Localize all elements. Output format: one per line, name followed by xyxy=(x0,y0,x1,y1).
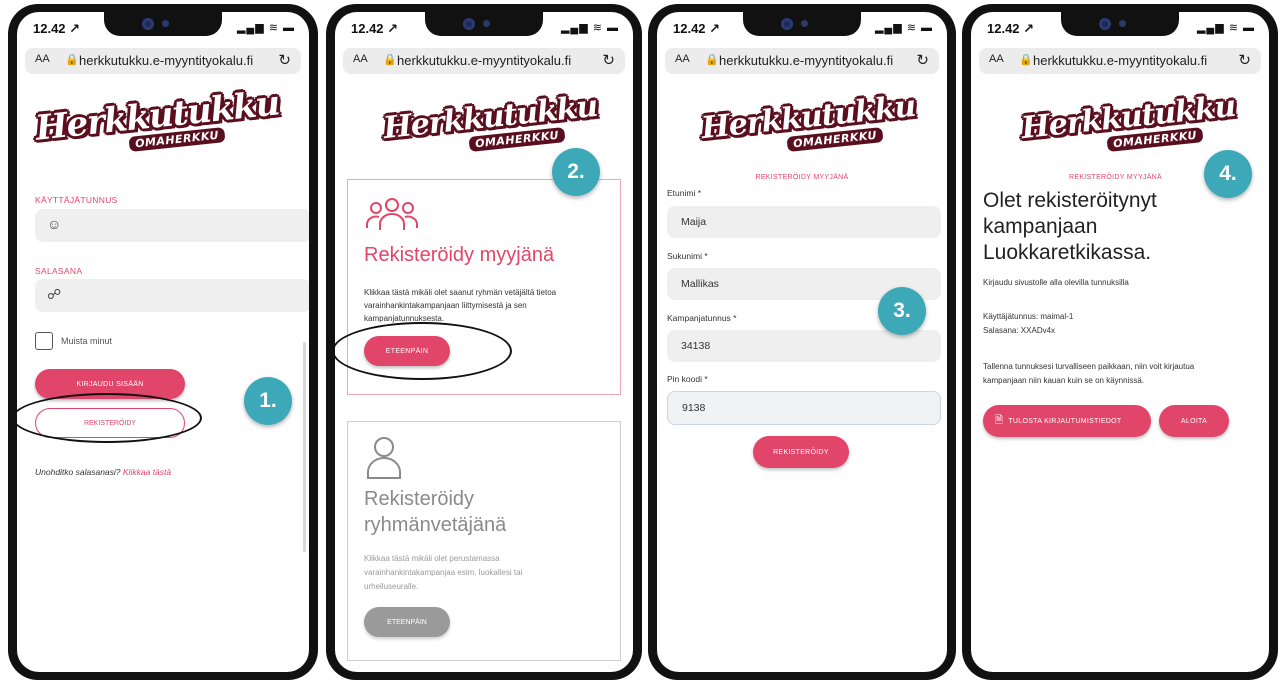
user-icon: ☺ xyxy=(47,216,62,232)
url-text[interactable]: herkkutukku.e-myyntityokalu.fi xyxy=(79,53,253,68)
form-header: REKISTERÖIDY MYYJÄNÄ xyxy=(755,174,849,181)
person-icon xyxy=(366,436,402,485)
step-badge-1: 1. xyxy=(244,377,292,425)
register-submit-button[interactable]: REKISTERÖIDY xyxy=(753,436,849,468)
forgot-password-link[interactable]: Klikkaa tästä xyxy=(123,467,171,477)
forgot-password-text: Unohditko salasanasi? Klikkaa tästä xyxy=(35,467,171,477)
status-time: 12.42 ↗ xyxy=(351,21,399,36)
seller-continue-button[interactable]: ETEENPÄIN xyxy=(364,336,450,366)
forgot-prefix: Unohditko salasanasi? xyxy=(35,467,123,477)
page-header: REKISTERÖIDY MYYJÄNÄ xyxy=(1069,174,1163,181)
leader-title: Rekisteröidy ryhmänvetäjänä xyxy=(364,488,507,536)
lock-icon: 🔒 xyxy=(705,54,719,66)
password-info: Salasana: XXADv4x xyxy=(983,326,1056,335)
phone-notch xyxy=(1061,12,1179,36)
remember-label: Muista minut xyxy=(61,336,113,346)
document-icon: 🗎 xyxy=(995,414,1004,426)
phone-screen-2: 12.42 ↗ ▂▄▆ ≋ ▬ AA 🔒 herkkutukku.e-myynt… xyxy=(326,4,642,680)
group-icon xyxy=(366,196,418,237)
username-info: Käyttäjätunnus: maimal-1 xyxy=(983,312,1074,321)
reload-icon[interactable]: ↻ xyxy=(1238,51,1251,69)
leader-text: Klikkaa tästä mikäli olet perustamassa v… xyxy=(364,554,523,591)
lock-icon: 🔒 xyxy=(1019,54,1033,66)
lastname-value: Mallikas xyxy=(681,278,719,290)
firstname-label: Etunimi * xyxy=(667,188,702,198)
save-note: Tallenna tunnuksesi turvalliseen paikkaa… xyxy=(983,362,1195,385)
phone-notch xyxy=(425,12,543,36)
login-button[interactable]: KIRJAUDU SISÄÄN xyxy=(35,369,185,399)
phone-screen-1: 12.42 ↗ ▂▄▆ ≋ ▬ AA 🔒 herkkutukku.e-myynt… xyxy=(8,4,318,680)
campaign-label: Kampanjatunnus * xyxy=(667,313,737,323)
text-size-button[interactable]: AA xyxy=(353,53,368,65)
reload-icon[interactable]: ↻ xyxy=(916,51,929,69)
register-button[interactable]: REKISTERÖIDY xyxy=(35,408,185,438)
status-icons: ▂▄▆ ≋ ▬ xyxy=(236,22,295,34)
success-subtitle: Kirjaudu sivustolle alla olevilla tunnuk… xyxy=(983,278,1129,287)
start-button[interactable]: ALOITA xyxy=(1159,405,1229,437)
print-button-label: TULOSTA KIRJAUTUMISTIEDOT xyxy=(1008,417,1122,425)
browser-url-bar[interactable]: AA 🔒 herkkutukku.e-myyntityokalu.fi ↻ xyxy=(665,48,939,74)
phone-screen-3: 12.42 ↗ ▂▄▆ ≋ ▬ AA 🔒 herkkutukku.e-myynt… xyxy=(648,4,956,680)
lock-icon: 🔒 xyxy=(65,54,79,66)
password-input[interactable]: ☍ xyxy=(35,279,309,312)
phone-screen-4: 12.42 ↗ ▂▄▆ ≋ ▬ AA 🔒 herkkutukku.e-myynt… xyxy=(962,4,1278,680)
status-time: 12.42 ↗ xyxy=(987,21,1035,36)
url-text[interactable]: herkkutukku.e-myyntityokalu.fi xyxy=(397,53,571,68)
url-text[interactable]: herkkutukku.e-myyntityokalu.fi xyxy=(719,53,893,68)
leader-continue-button[interactable]: ETEENPÄIN xyxy=(364,607,450,637)
reload-icon[interactable]: ↻ xyxy=(278,51,291,69)
password-label: SALASANA xyxy=(35,266,83,276)
lastname-label: Sukunimi * xyxy=(667,251,708,261)
reload-icon[interactable]: ↻ xyxy=(602,51,615,69)
phone-notch xyxy=(743,12,861,36)
status-time: 12.42 ↗ xyxy=(673,21,721,36)
username-input[interactable]: ☺ xyxy=(35,209,309,242)
firstname-value: Maija xyxy=(681,216,707,228)
username-label: KÄYTTÄJÄTUNNUS xyxy=(35,195,118,205)
remember-checkbox[interactable] xyxy=(35,332,53,350)
success-title: Olet rekisteröitynyt kampanjaan Luokkare… xyxy=(983,189,1157,264)
lock-icon: 🔒 xyxy=(383,54,397,66)
firstname-input[interactable]: Maija xyxy=(667,206,941,238)
campaign-value: 34138 xyxy=(681,340,711,352)
browser-url-bar[interactable]: AA 🔒 herkkutukku.e-myyntityokalu.fi ↻ xyxy=(979,48,1261,74)
text-size-button[interactable]: AA xyxy=(989,53,1004,65)
seller-card[interactable]: Rekisteröidy myyjänä Klikkaa tästä mikäl… xyxy=(347,179,621,395)
seller-text: Klikkaa tästä mikäli olet saanut ryhmän … xyxy=(364,288,557,323)
browser-url-bar[interactable]: AA 🔒 herkkutukku.e-myyntityokalu.fi ↻ xyxy=(25,48,301,74)
print-credentials-button[interactable]: 🗎 TULOSTA KIRJAUTUMISTIEDOT xyxy=(983,405,1151,437)
step-badge-2: 2. xyxy=(552,148,600,196)
pin-label: Pin koodi * xyxy=(667,374,708,384)
status-icons: ▂▄▆ ≋ ▬ xyxy=(560,22,619,34)
status-icons: ▂▄▆ ≋ ▬ xyxy=(874,22,933,34)
status-time: 12.42 ↗ xyxy=(33,21,81,36)
status-icons: ▂▄▆ ≋ ▬ xyxy=(1196,22,1255,34)
step-badge-3: 3. xyxy=(878,287,926,335)
phone-notch xyxy=(104,12,222,36)
scrollbar[interactable] xyxy=(303,342,306,552)
pin-input[interactable]: 9138 xyxy=(667,391,941,425)
url-text[interactable]: herkkutukku.e-myyntityokalu.fi xyxy=(1033,53,1207,68)
step-badge-4: 4. xyxy=(1204,150,1252,198)
browser-url-bar[interactable]: AA 🔒 herkkutukku.e-myyntityokalu.fi ↻ xyxy=(343,48,625,74)
text-size-button[interactable]: AA xyxy=(35,53,50,65)
seller-title: Rekisteröidy myyjänä xyxy=(364,244,555,266)
pin-value: 9138 xyxy=(682,402,706,414)
text-size-button[interactable]: AA xyxy=(675,53,690,65)
lock-icon: ☍ xyxy=(47,286,62,302)
leader-card[interactable]: Rekisteröidy ryhmänvetäjänä Klikkaa täst… xyxy=(347,421,621,661)
